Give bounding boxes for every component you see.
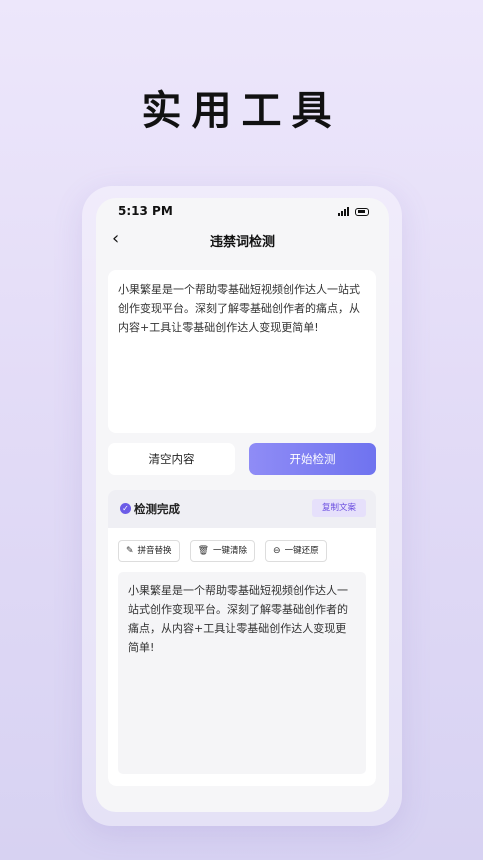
phone-screen: 5:13 PM ‹ 违禁词检测 小果繁星是一个帮助零基础短视频创作达人一站式创作…: [96, 198, 389, 812]
result-output-text: 小果繁星是一个帮助零基础短视频创作达人一站式创作变现平台。深刻了解零基础创作者的…: [118, 572, 366, 774]
page-title: 违禁词检测: [209, 235, 275, 250]
result-panel: ✓ 检测完成 复制文案 ✎ 拼音替换 🗑 一键清除 ⊖ 一键还原 小果繁星是一个…: [108, 490, 376, 786]
result-status-text: 检测完成: [134, 502, 180, 516]
pinyin-replace-button[interactable]: ✎ 拼音替换: [118, 540, 180, 562]
text-input-area[interactable]: 小果繁星是一个帮助零基础短视频创作达人一站式创作变现平台。深刻了解零基础创作者的…: [108, 270, 376, 433]
trash-icon: 🗑: [197, 546, 209, 556]
clear-content-button[interactable]: 清空内容: [108, 443, 235, 475]
tool-row: ✎ 拼音替换 🗑 一键清除 ⊖ 一键还原: [118, 540, 327, 562]
result-body: ✎ 拼音替换 🗑 一键清除 ⊖ 一键还原 小果繁星是一个帮助零基础短视频创作达人…: [108, 528, 376, 786]
restore-icon: ⊖: [273, 546, 281, 556]
start-detection-button[interactable]: 开始检测: [249, 443, 376, 475]
signal-bars-icon: [338, 206, 349, 216]
restore-all-button[interactable]: ⊖ 一键还原: [265, 540, 327, 562]
result-header: ✓ 检测完成 复制文案: [108, 490, 376, 528]
status-bar: 5:13 PM: [118, 204, 369, 222]
magic-wand-icon: ✎: [126, 546, 134, 556]
nav-bar: ‹ 违禁词检测: [96, 226, 389, 254]
copy-text-button[interactable]: 复制文案: [311, 499, 366, 517]
clear-all-button[interactable]: 🗑 一键清除: [189, 540, 256, 562]
page-headline: 实用工具: [141, 88, 342, 134]
tool-label: 一键清除: [213, 546, 248, 556]
check-circle-icon: ✓: [120, 503, 131, 514]
tool-label: 拼音替换: [137, 546, 172, 556]
status-time: 5:13 PM: [118, 204, 173, 218]
tool-label: 一键还原: [284, 546, 319, 556]
status-icons: [338, 206, 369, 216]
battery-icon: [355, 208, 369, 216]
